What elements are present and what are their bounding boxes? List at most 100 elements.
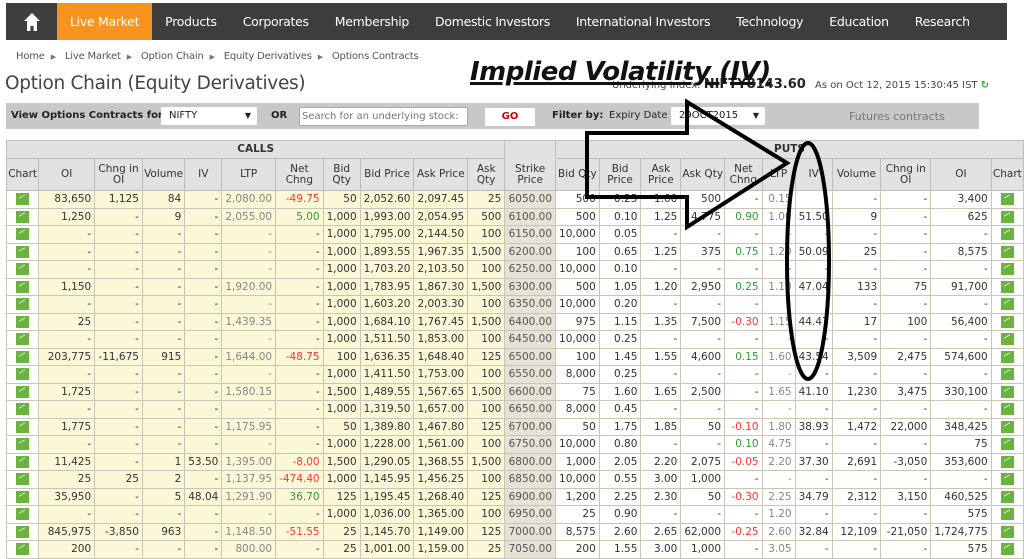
put-net-chng: - (724, 330, 763, 349)
call-ask-price: 2,054.95 (413, 207, 469, 226)
put-chart-button[interactable] (990, 330, 1024, 349)
put-chart-button[interactable] (990, 452, 1024, 471)
put-chart-button[interactable] (990, 540, 1024, 559)
nav-live-market[interactable]: Live Market (57, 3, 153, 40)
call-chart-button[interactable] (5, 277, 40, 296)
refresh-icon[interactable]: ↻ (981, 80, 989, 91)
put-net-chng: 0.75 (724, 242, 763, 261)
breadcrumb-home[interactable]: Home (16, 51, 45, 62)
home-icon[interactable] (6, 3, 57, 40)
call-chart-button[interactable] (5, 260, 40, 279)
call-chart-button[interactable] (5, 207, 40, 226)
call-chart-button[interactable] (5, 365, 40, 384)
put-chart-button[interactable] (990, 522, 1024, 541)
call-chart-button[interactable] (5, 505, 40, 524)
call-chart-button[interactable] (5, 382, 40, 401)
put-bid-price: 0.90 (598, 505, 642, 524)
nav-membership[interactable]: Membership (322, 3, 422, 40)
call-ask-qty: 1,500 (467, 277, 506, 296)
put-chart-button[interactable] (990, 417, 1024, 436)
put-iv: 37.30 (794, 452, 833, 471)
put-chart-button[interactable] (990, 487, 1024, 506)
call-chng-in-oi: - (94, 312, 143, 331)
stock-search-input[interactable] (299, 107, 468, 126)
put-chart-button[interactable] (990, 382, 1024, 401)
call-ask-qty: 25 (467, 540, 506, 559)
call-bid-qty: 1,000 (322, 225, 361, 244)
call-chart-button[interactable] (5, 330, 40, 349)
call-chart-button[interactable] (5, 295, 40, 314)
put-ltp: - (761, 260, 796, 279)
nav-products[interactable]: Products (152, 3, 230, 40)
call-chart-button[interactable] (5, 312, 40, 331)
call-ltp: 1,175.95 (221, 417, 277, 436)
put-chart-button[interactable] (990, 312, 1024, 331)
nav-research[interactable]: Research (902, 3, 983, 40)
put-chart-button[interactable] (990, 470, 1024, 489)
breadcrumb-option-chain[interactable]: Option Chain (141, 51, 204, 62)
call-chart-button[interactable] (5, 470, 40, 489)
call-ltp: 1,920.00 (221, 277, 277, 296)
nav-international-investors[interactable]: International Investors (563, 3, 723, 40)
put-chart-button[interactable] (990, 242, 1024, 261)
put-iv: - (794, 330, 833, 349)
nav-corporates[interactable]: Corporates (230, 3, 322, 40)
nav-technology[interactable]: Technology (723, 3, 816, 40)
put-chng-in-oi: 22,000 (880, 417, 932, 436)
call-chart-button[interactable] (5, 452, 40, 471)
breadcrumb-live-market[interactable]: Live Market (65, 51, 121, 62)
call-bid-qty: 1,500 (322, 382, 361, 401)
put-bid-price: 1.60 (598, 382, 642, 401)
chart-icon (16, 420, 30, 433)
put-bid-price: 2.25 (598, 487, 642, 506)
call-chart-button[interactable] (5, 417, 40, 436)
put-volume: - (831, 190, 882, 209)
strike-price: 6150.00 (504, 225, 557, 244)
futures-contracts-link[interactable]: Futures contracts (849, 110, 945, 123)
call-chart-button[interactable] (5, 540, 40, 559)
put-chng-in-oi: - (880, 505, 932, 524)
put-chart-button[interactable] (990, 295, 1024, 314)
chart-icon (1000, 403, 1014, 416)
put-chart-button[interactable] (990, 347, 1024, 366)
put-volume: 133 (831, 277, 882, 296)
put-bid-qty: 500 (555, 190, 600, 209)
put-iv: 51.50 (794, 207, 833, 226)
call-ltp: 1,291.90 (221, 487, 277, 506)
call-chart-button[interactable] (5, 225, 40, 244)
call-oi: 1,775 (38, 417, 96, 436)
symbol-select[interactable]: NIFTY ▼ (161, 107, 257, 125)
call-net-chng: -8.00 (275, 452, 324, 471)
expiry-date-select[interactable]: 29OCT2015 ▼ (671, 107, 765, 125)
put-chart-button[interactable] (990, 277, 1024, 296)
go-button[interactable]: GO (485, 108, 535, 126)
put-chart-button[interactable] (990, 260, 1024, 279)
put-oi: - (930, 295, 992, 314)
call-chart-button[interactable] (5, 522, 40, 541)
call-chart-button[interactable] (5, 242, 40, 261)
call-chart-button[interactable] (5, 347, 40, 366)
call-chart-button[interactable] (5, 435, 40, 454)
strike-price: 6500.00 (504, 347, 557, 366)
call-iv: - (184, 260, 223, 279)
put-chart-button[interactable] (990, 435, 1024, 454)
put-chart-button[interactable] (990, 505, 1024, 524)
put-net-chng: 0.25 (724, 277, 763, 296)
put-chart-button[interactable] (990, 190, 1024, 209)
call-chart-button[interactable] (5, 190, 40, 209)
put-chart-button[interactable] (990, 207, 1024, 226)
nav-education[interactable]: Education (816, 3, 902, 40)
put-chart-button[interactable] (990, 225, 1024, 244)
call-ask-price: 1,567.65 (413, 382, 469, 401)
put-ask-price: - (640, 435, 682, 454)
put-chart-button[interactable] (990, 400, 1024, 419)
call-oi: - (38, 435, 96, 454)
chevron-right-icon: ▶ (50, 53, 56, 61)
call-chart-button[interactable] (5, 487, 40, 506)
put-chart-button[interactable] (990, 365, 1024, 384)
nav-domestic-investors[interactable]: Domestic Investors (422, 3, 563, 40)
put-bid-qty: 75 (555, 382, 600, 401)
breadcrumb-equity-derivatives[interactable]: Equity Derivatives (224, 51, 312, 62)
call-chart-button[interactable] (5, 400, 40, 419)
call-bid-qty: 1,000 (322, 400, 361, 419)
